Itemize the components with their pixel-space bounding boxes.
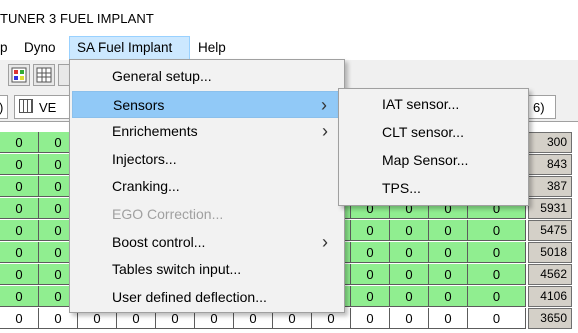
menu-item-label: Tables switch input...	[112, 261, 242, 278]
rpm-header-cell: 5018	[528, 242, 572, 263]
table-cell[interactable]: 0	[351, 220, 390, 241]
menu-item-cranking[interactable]: Cranking...	[72, 173, 342, 200]
table-cell[interactable]: 0	[429, 220, 468, 241]
rpm-header-cell: 5475	[528, 220, 572, 241]
submenu-item-map-sensor[interactable]: Map Sensor...	[341, 147, 526, 174]
menu-item-general-setup[interactable]: General setup...	[72, 63, 342, 90]
table-cell[interactable]: 0	[390, 286, 429, 307]
rpm-header-cell: 3650	[528, 308, 572, 329]
table-icon	[36, 67, 52, 83]
tab-ve-label: VE	[39, 100, 57, 115]
submenu-item-tps[interactable]: TPS...	[341, 175, 526, 202]
table-cell[interactable]: 0	[390, 242, 429, 263]
table-cell[interactable]: 0	[429, 264, 468, 285]
table-cell[interactable]: 0	[468, 220, 526, 241]
table-cell[interactable]: 0	[429, 308, 468, 329]
table-cell[interactable]: 0	[390, 220, 429, 241]
menu-item-label: Cranking...	[112, 178, 180, 195]
menu-item-label: User defined deflection...	[112, 288, 267, 305]
table-cell[interactable]: 0	[0, 154, 39, 175]
menu-item-sensors[interactable]: Sensors ›	[72, 90, 342, 118]
menu-item-enrichements[interactable]: Enrichements ›	[72, 118, 342, 145]
table-cell[interactable]: 0	[0, 264, 39, 285]
rpm-header-cell: 300	[528, 132, 572, 153]
rpm-header-cell: 4562	[528, 264, 572, 285]
menu-item-label: Enrichements	[112, 123, 198, 140]
table-cell[interactable]: 0	[0, 308, 39, 329]
title-bar: TUNER 3 FUEL IMPLANT	[0, 0, 578, 36]
chevron-right-icon: ›	[321, 94, 327, 115]
table-cell[interactable]: 0	[0, 286, 39, 307]
table-icon-button[interactable]	[33, 64, 55, 86]
chart-icon-button[interactable]	[8, 64, 30, 86]
table-cell[interactable]: 0	[390, 308, 429, 329]
window-title: TUNER 3 FUEL IMPLANT	[0, 11, 154, 26]
table-cell[interactable]: 0	[351, 308, 390, 329]
table-cell[interactable]: 0	[468, 242, 526, 263]
submenu-item-iat-sensor[interactable]: IAT sensor...	[341, 91, 526, 118]
table-cell[interactable]: 0	[351, 286, 390, 307]
sa-fuel-implant-menu: General setup... Sensors › Enrichements › Inj…	[69, 59, 345, 313]
rpm-header-cell: 5931	[528, 198, 572, 219]
table-cell[interactable]: 0	[0, 220, 39, 241]
menu-item-injectors[interactable]: Injectors...	[72, 146, 342, 173]
chevron-right-icon: ›	[322, 231, 328, 252]
menu-item-label: Injectors...	[112, 150, 177, 167]
rpm-header-cell: 843	[528, 154, 572, 175]
menu-sa-fuel-implant[interactable]: SA Fuel Implant	[69, 36, 190, 60]
table-cell[interactable]: 0	[429, 286, 468, 307]
sensors-submenu: IAT sensor... CLT sensor... Map Sensor... T…	[338, 88, 529, 206]
submenu-item-label: Map Sensor...	[382, 152, 469, 168]
table-cell[interactable]: 0	[0, 242, 39, 263]
menu-item-label: General setup...	[112, 68, 212, 84]
menu-dyno[interactable]: Dyno	[17, 36, 63, 60]
tab-partial-right[interactable]: 6)	[528, 95, 556, 119]
submenu-item-label: IAT sensor...	[382, 96, 460, 112]
submenu-item-label: TPS...	[382, 180, 421, 196]
menu-partial[interactable]: p	[0, 36, 15, 60]
grid-color-icon	[11, 67, 27, 83]
submenu-item-label: CLT sensor...	[382, 124, 464, 140]
table-cell[interactable]: 0	[468, 308, 526, 329]
menu-bar: p Dyno SA Fuel Implant Help	[0, 36, 578, 60]
table-cell[interactable]: 0	[429, 242, 468, 263]
table-cell[interactable]: 0	[351, 264, 390, 285]
menu-item-label: Boost control...	[112, 233, 206, 250]
menu-item-user-defined-deflection[interactable]: User defined deflection...	[72, 284, 342, 311]
table-cell[interactable]: 0	[468, 286, 526, 307]
table-cell[interactable]: 0	[0, 198, 39, 219]
table-cell[interactable]: 0	[0, 176, 39, 197]
menu-item-boost-control[interactable]: Boost control... ›	[72, 229, 342, 256]
table-icon	[19, 99, 33, 113]
submenu-item-clt-sensor[interactable]: CLT sensor...	[341, 119, 526, 146]
tab-ve[interactable]: VE	[14, 95, 70, 119]
menu-item-label: Sensors	[113, 96, 165, 113]
menu-help[interactable]: Help	[191, 36, 233, 60]
rpm-header-cell: 4106	[528, 286, 572, 307]
rpm-header-cell: 387	[528, 176, 572, 197]
table-cell[interactable]: 0	[390, 264, 429, 285]
chevron-right-icon: ›	[322, 121, 328, 142]
table-cell[interactable]: 0	[351, 242, 390, 263]
tab-partial-left[interactable]: )	[0, 95, 8, 119]
menu-item-tables-switch-input[interactable]: Tables switch input...	[72, 256, 342, 283]
table-cell[interactable]: 0	[0, 132, 39, 153]
menu-item-ego-correction: EGO Correction...	[72, 201, 342, 228]
table-cell[interactable]: 0	[468, 264, 526, 285]
menu-item-label: EGO Correction...	[112, 206, 224, 222]
